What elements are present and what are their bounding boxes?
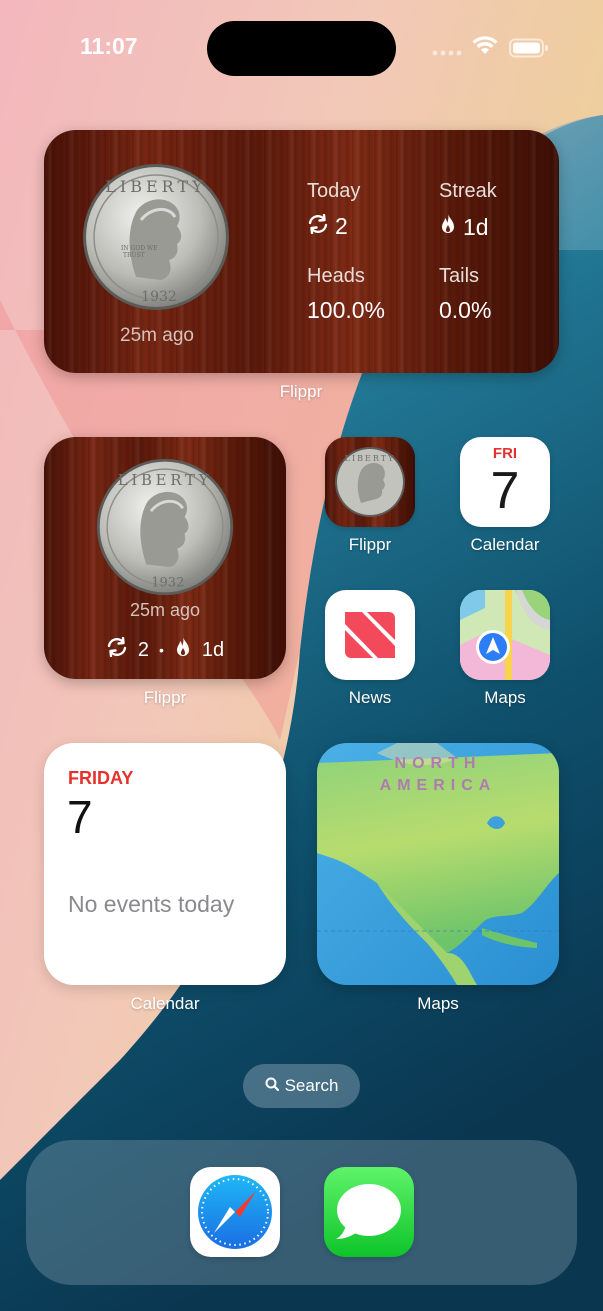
search-button[interactable]: Search: [243, 1064, 360, 1108]
maps-app-label: Maps: [484, 688, 526, 707]
flip-cycle-icon: [307, 213, 329, 240]
flame-icon: [439, 213, 457, 241]
heads-value: 100.0%: [307, 297, 386, 323]
news-app-label: News: [348, 688, 392, 707]
map-region-label: NORTH AMERICA: [317, 753, 559, 797]
svg-text:1932: 1932: [141, 289, 177, 305]
flippr-app-label: Flippr: [348, 535, 392, 554]
flip-cycle-icon: [106, 636, 128, 663]
streak-label: Streak: [439, 180, 497, 202]
chat-bubble-icon: [336, 1184, 401, 1239]
flippr-large-caption: Flippr: [279, 382, 323, 401]
news-icon: [345, 612, 395, 658]
news-app-icon[interactable]: [325, 590, 415, 680]
calendar-icon-date: 7: [490, 462, 520, 520]
separator-dot: •: [158, 642, 164, 658]
streak-days: 1d: [463, 213, 489, 240]
calendar-widget-day: FRIDAY: [68, 768, 134, 788]
search-icon: [265, 1076, 279, 1096]
safari-app-icon[interactable]: [190, 1167, 280, 1257]
calendar-app-label: Calendar: [470, 535, 540, 554]
streak-days: 1d: [201, 638, 225, 661]
coin-image: LIBERTY IN GOD WE TRUST 1932: [81, 162, 231, 312]
maps-widget-caption: Maps: [417, 994, 459, 1013]
svg-text:IN GOD WE: IN GOD WE: [121, 245, 158, 252]
svg-text:LIBERTY: LIBERTY: [118, 471, 213, 489]
tails-value: 0.0%: [439, 297, 492, 323]
tails-label: Tails: [439, 265, 480, 287]
maps-app-icon[interactable]: [460, 590, 550, 680]
flippr-small-caption: Flippr: [143, 688, 187, 707]
battery-icon: [509, 38, 549, 58]
wifi-icon: [472, 36, 498, 56]
flame-icon: [174, 636, 192, 664]
calendar-widget-caption: Calendar: [130, 994, 200, 1013]
last-flip-time: 25m ago: [129, 600, 201, 620]
svg-text:1932: 1932: [151, 576, 184, 591]
svg-text:LIBERTY: LIBERTY: [345, 454, 396, 463]
today-label: Today: [307, 180, 361, 202]
small-stats-row: 2 • 1d: [44, 636, 286, 664]
map-region-line-2: AMERICA: [379, 777, 497, 794]
coin-image: LIBERTY: [335, 447, 405, 517]
calendar-widget[interactable]: FRIDAY 7 No events today: [44, 743, 286, 985]
map-region-line-1: NORTH: [394, 755, 482, 772]
maps-icon: [460, 590, 550, 680]
flippr-small-widget[interactable]: LIBERTY 1932 25m ago 2 • 1d: [44, 437, 286, 679]
svg-text:TRUST: TRUST: [123, 252, 145, 259]
dock: [26, 1140, 577, 1285]
dynamic-island: [207, 21, 396, 76]
svg-text:LIBERTY: LIBERTY: [105, 177, 206, 196]
coin-image: LIBERTY 1932: [95, 457, 235, 597]
today-value: 2: [307, 213, 348, 240]
compass-icon: [198, 1175, 272, 1249]
status-time: 11:07: [80, 33, 138, 59]
last-flip-time: 25m ago: [120, 325, 194, 346]
calendar-icon-day: FRI: [492, 445, 518, 462]
flippr-app-icon[interactable]: LIBERTY: [325, 437, 415, 527]
today-count: 2: [335, 213, 348, 239]
heads-label: Heads: [307, 265, 365, 287]
calendar-widget-date: 7: [67, 791, 93, 843]
messages-app-icon[interactable]: [324, 1167, 414, 1257]
search-label: Search: [284, 1076, 339, 1095]
flippr-large-widget[interactable]: LIBERTY IN GOD WE TRUST 1932 25m ago Tod…: [44, 130, 559, 373]
cellular-icon: [432, 44, 462, 56]
calendar-app-icon[interactable]: FRI 7: [460, 437, 550, 527]
flip-count: 2: [137, 638, 149, 661]
maps-widget[interactable]: NORTH AMERICA: [317, 743, 559, 985]
streak-value: 1d: [439, 213, 489, 241]
calendar-widget-events: No events today: [68, 891, 235, 917]
